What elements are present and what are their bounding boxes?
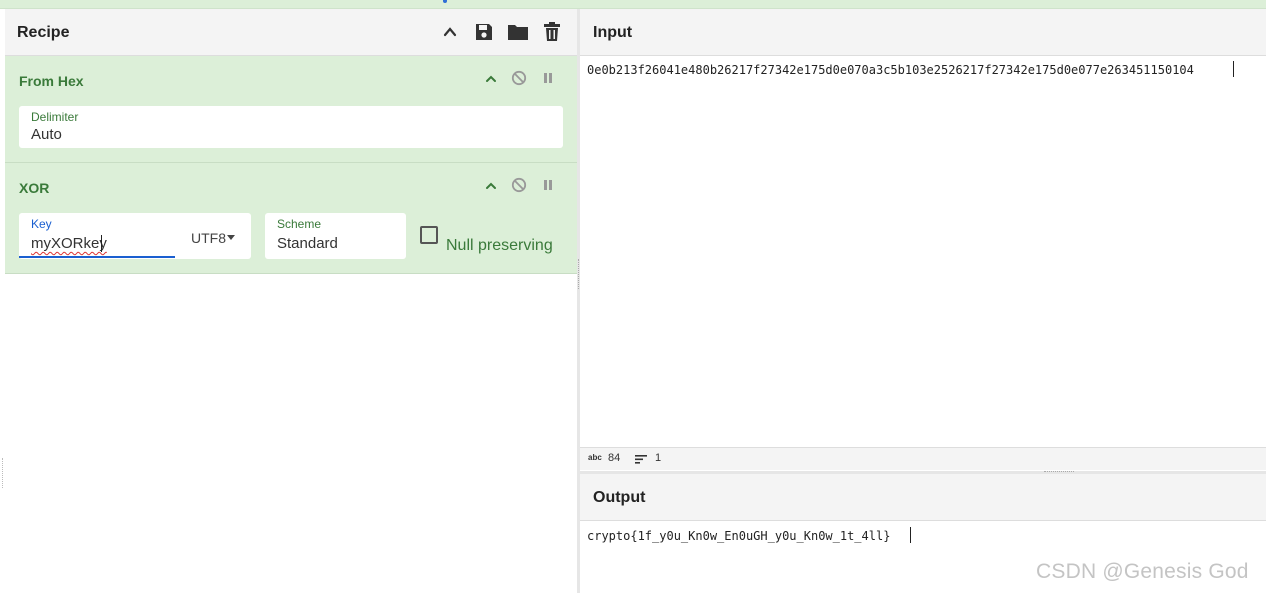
null-preserving-checkbox[interactable] [420,226,438,244]
top-indicator [443,0,447,3]
recipe-title: Recipe [17,24,70,41]
delimiter-field[interactable]: Delimiter Auto [19,106,563,148]
op-breakpoint-pause-icon[interactable] [540,177,556,193]
dropdown-caret-icon [227,235,235,240]
recipe-header: Recipe [5,9,577,56]
top-strip [0,0,1266,9]
char-count: 84 [608,452,621,464]
xor-key-field[interactable]: Key myXORkey UTF8 [19,213,251,259]
left-edge-grip[interactable] [2,458,4,488]
char-count-icon: abc [588,453,602,462]
output-text[interactable]: crypto{1f_y0u_Kn0w_En0uGH_y0u_Kn0w_1t_4l… [587,529,890,543]
input-caret [1233,61,1234,77]
delimiter-value: Auto [31,126,62,143]
op-collapse-icon[interactable] [483,178,499,194]
op-disable-icon[interactable] [511,70,527,86]
input-textarea[interactable]: 0e0b213f26041e480b26217f27342e175d0e070a… [587,63,1194,77]
operation-title: XOR [19,180,50,196]
collapse-all-icon[interactable] [439,21,461,43]
operation-from-hex: From Hex Delimiter Auto [5,56,577,163]
output-header: Output [580,474,1266,521]
operation-title: From Hex [19,73,84,89]
resize-grip [1044,471,1074,473]
input-status-bar: abc 84 1 [580,447,1266,470]
input-title: Input [593,24,633,41]
op-disable-icon[interactable] [511,177,527,193]
xor-scheme-field[interactable]: Scheme Standard [265,213,406,259]
op-breakpoint-pause-icon[interactable] [540,70,556,86]
scheme-value: Standard [277,235,338,252]
recipe-panel: Recipe From Hex Delimiter Auto XOR Key m… [5,9,577,593]
null-preserving-label[interactable]: Null preserving [446,237,553,255]
key-focus-underline [19,256,175,258]
delimiter-label: Delimiter [31,110,79,124]
op-collapse-icon[interactable] [483,71,499,87]
output-caret [910,527,911,543]
line-count-icon [635,455,647,464]
key-input[interactable]: myXORkey [31,235,107,252]
watermark: CSDN @Genesis God [1036,560,1249,583]
output-title: Output [593,489,646,506]
line-count: 1 [655,452,662,464]
text-caret [101,235,102,252]
load-recipe-folder-icon[interactable] [507,21,529,43]
save-recipe-icon[interactable] [473,21,495,43]
key-label: Key [31,217,52,231]
input-header: Input [580,9,1266,56]
scheme-label: Scheme [277,217,322,231]
key-encoding-dropdown[interactable]: UTF8 [191,230,226,246]
input-panel: Input 0e0b213f26041e480b26217f27342e175d… [580,9,1266,471]
clear-recipe-trash-icon[interactable] [541,21,563,43]
operation-xor: XOR Key myXORkey UTF8 Scheme Standard Nu… [5,163,577,274]
